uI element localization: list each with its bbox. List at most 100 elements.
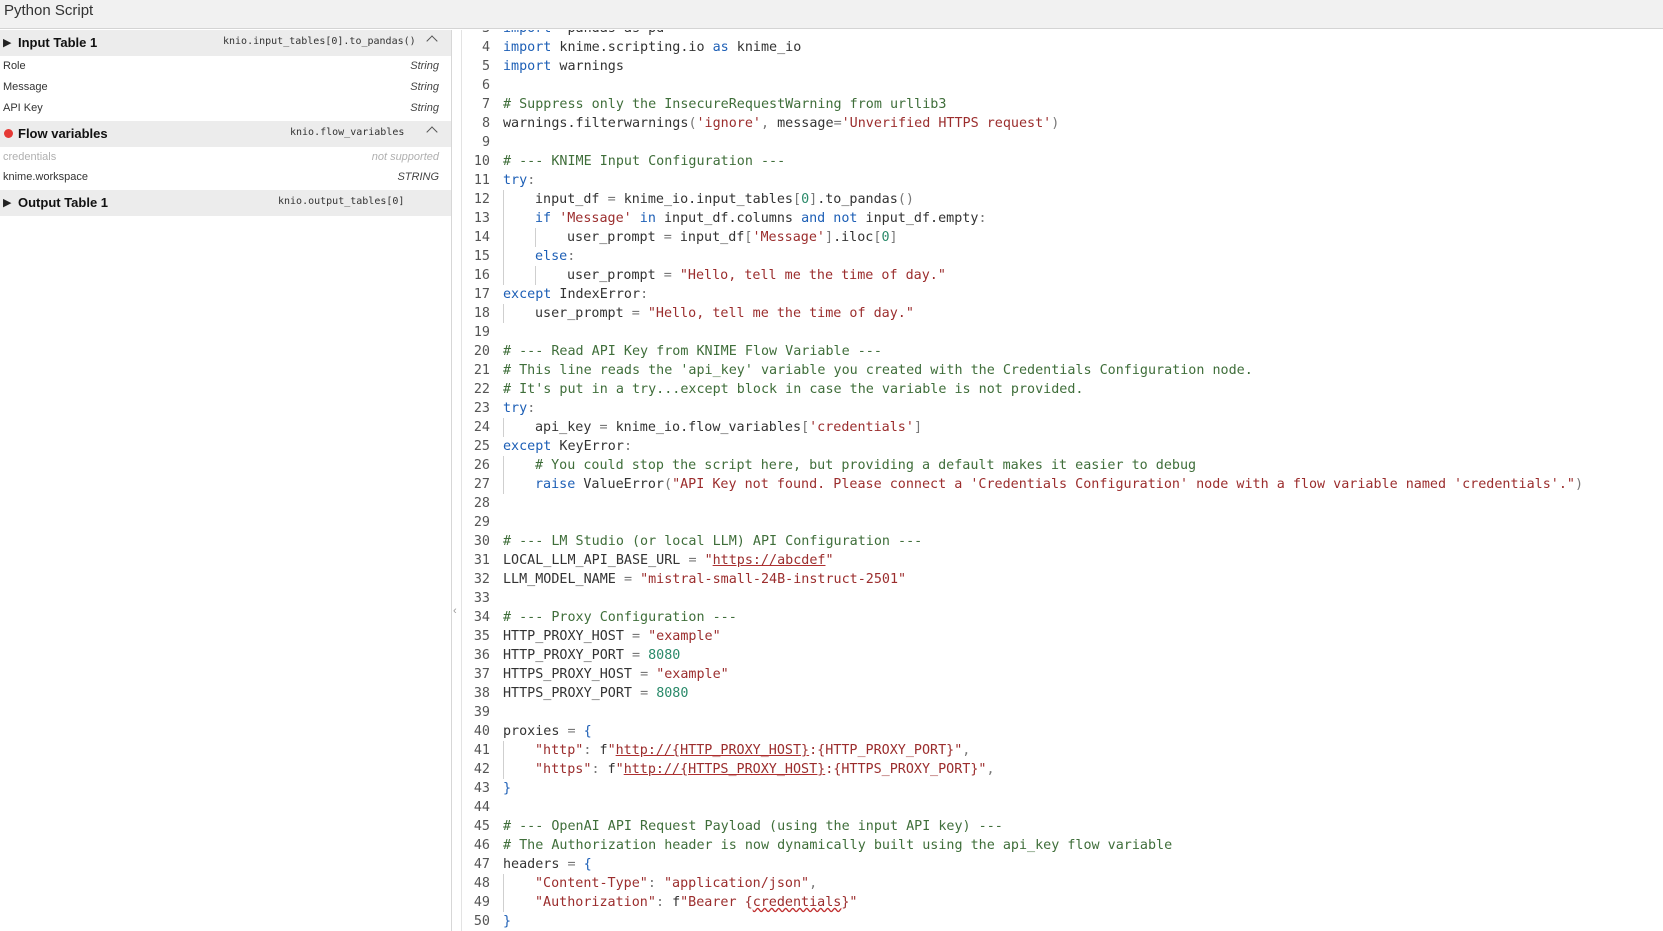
- code-token: 'ignore': [696, 116, 762, 131]
- code-token: :: [527, 401, 536, 416]
- code-token: =: [567, 724, 584, 739]
- flow-variables-header[interactable]: Flow variables knio.flow_variables: [0, 121, 451, 147]
- line-number: 35: [473, 629, 490, 644]
- input-table-header[interactable]: ▶ Input Table 1 knio.input_tables[0].to_…: [0, 30, 451, 56]
- code-token: ]: [825, 230, 834, 245]
- expand-triangle-icon[interactable]: ▶: [3, 196, 11, 209]
- indent-guide: [503, 760, 504, 779]
- code-token: =: [833, 116, 842, 131]
- code-token: "example": [648, 629, 721, 644]
- variable-name: credentials: [3, 151, 57, 163]
- flow-variable-row: credentials not supported: [0, 148, 451, 169]
- flow-variables-code[interactable]: knio.flow_variables: [290, 127, 404, 138]
- code-token: input_df.empty: [857, 211, 979, 226]
- code-line-content: "Authorization": f"Bearer {credentials}": [535, 893, 858, 912]
- code-token: {: [583, 857, 592, 872]
- code-token: proxies: [503, 724, 568, 739]
- flow-variable-row[interactable]: knime.workspace STRING: [0, 168, 451, 189]
- code-token: else: [535, 249, 568, 264]
- collapse-left-icon[interactable]: ‹: [453, 605, 457, 617]
- code-token: f: [607, 762, 616, 777]
- line-number: 37: [473, 667, 490, 682]
- code-editor[interactable]: 3456789101112131415161718192021222324252…: [462, 30, 1663, 931]
- code-token: 'Message': [752, 230, 825, 245]
- line-number: 12: [473, 192, 490, 207]
- code-token: knime_io.input_tables: [623, 192, 793, 207]
- code-token: KeyError: [551, 439, 624, 454]
- code-line-content: # --- KNIME Input Configuration ---: [503, 152, 785, 171]
- code-line-content: LLM_MODEL_NAME = "mistral-small-24B-inst…: [503, 570, 906, 589]
- line-number: 34: [473, 610, 490, 625]
- column-type: String: [410, 81, 439, 93]
- line-number: 19: [473, 325, 490, 340]
- input-column-row[interactable]: API Key String: [0, 99, 451, 120]
- code-token: =: [599, 420, 616, 435]
- line-number: 26: [473, 458, 490, 473]
- code-token: ]: [913, 420, 922, 435]
- line-number: 31: [473, 553, 490, 568]
- code-token: user_prompt: [535, 306, 632, 321]
- code-token: # --- Proxy Configuration ---: [503, 610, 737, 625]
- line-number: 28: [473, 496, 490, 511]
- code-token: # Suppress only the InsecureRequestWarni…: [503, 97, 947, 112]
- line-number: 23: [473, 401, 490, 416]
- line-number: 7: [481, 97, 490, 112]
- input-column-row[interactable]: Role String: [0, 57, 451, 78]
- output-table-code[interactable]: knio.output_tables[0]: [278, 196, 404, 207]
- code-token: :: [640, 287, 649, 302]
- line-number: 32: [473, 572, 490, 587]
- line-number: 16: [473, 268, 490, 283]
- line-number: 18: [473, 306, 490, 321]
- code-line-content: }: [503, 779, 511, 798]
- column-name: Message: [3, 81, 48, 93]
- line-number: 36: [473, 648, 490, 663]
- input-column-row[interactable]: Message String: [0, 78, 451, 99]
- code-token: .to_pandas: [817, 192, 898, 207]
- code-token: =: [632, 629, 649, 644]
- code-token: import: [503, 40, 552, 55]
- code-token: ": [607, 743, 616, 758]
- line-number: 24: [473, 420, 490, 435]
- code-token: {: [583, 724, 592, 739]
- code-token: LLM_MODEL_NAME: [503, 572, 624, 587]
- code-line-content: api_key = knime_io.flow_variables['crede…: [535, 418, 922, 437]
- code-line-content: HTTP_PROXY_HOST = "example": [503, 627, 721, 646]
- line-number: 45: [473, 819, 490, 834]
- panel-splitter[interactable]: ‹: [452, 30, 462, 931]
- code-token: f: [672, 895, 681, 910]
- code-token: }: [503, 914, 512, 929]
- code-line-content: try:: [503, 399, 535, 418]
- code-token: import: [503, 30, 551, 36]
- code-line-content: else:: [535, 247, 575, 266]
- code-line-content: # This line reads the 'api_key' variable…: [503, 361, 1253, 380]
- code-line-content: HTTP_PROXY_PORT = 8080: [503, 646, 680, 665]
- indent-guide: [503, 190, 504, 209]
- indent-guide: [503, 418, 504, 437]
- chevron-up-icon[interactable]: [426, 126, 438, 138]
- code-token: pandas as pd: [551, 30, 664, 36]
- code-token: except: [503, 287, 552, 302]
- code-token: HTTP_PROXY_HOST: [503, 629, 632, 644]
- indent-guide: [503, 741, 504, 760]
- code-token: :: [583, 743, 600, 758]
- code-token: f: [599, 743, 608, 758]
- line-number-gutter: 3456789101112131415161718192021222324252…: [462, 30, 490, 931]
- chevron-up-icon[interactable]: [426, 35, 438, 47]
- code-token: in: [631, 211, 664, 226]
- code-token: api_key: [535, 420, 600, 435]
- code-line-content: # --- LM Studio (or local LLM) API Confi…: [503, 532, 922, 551]
- line-number: 5: [481, 59, 490, 74]
- output-table-header[interactable]: ▶ Output Table 1 knio.output_tables[0]: [0, 190, 451, 216]
- code-token: "Hello, tell me the time of day.": [647, 306, 914, 321]
- indent-guide: [503, 228, 504, 247]
- code-line-content: # You could stop the script here, but pr…: [535, 456, 1196, 475]
- code-token: 0: [801, 192, 810, 207]
- code-token: knime_io: [728, 40, 802, 55]
- code-line-content: raise ValueError("API Key not found. Ple…: [535, 475, 1583, 494]
- code-token: # This line reads the 'api_key' variable…: [503, 363, 1253, 378]
- code-token: try: [503, 401, 528, 416]
- expand-triangle-icon[interactable]: ▶: [3, 36, 11, 49]
- code-token: ": [825, 553, 834, 568]
- input-table-code[interactable]: knio.input_tables[0].to_pandas(): [223, 36, 416, 47]
- code-token: ,: [809, 876, 818, 891]
